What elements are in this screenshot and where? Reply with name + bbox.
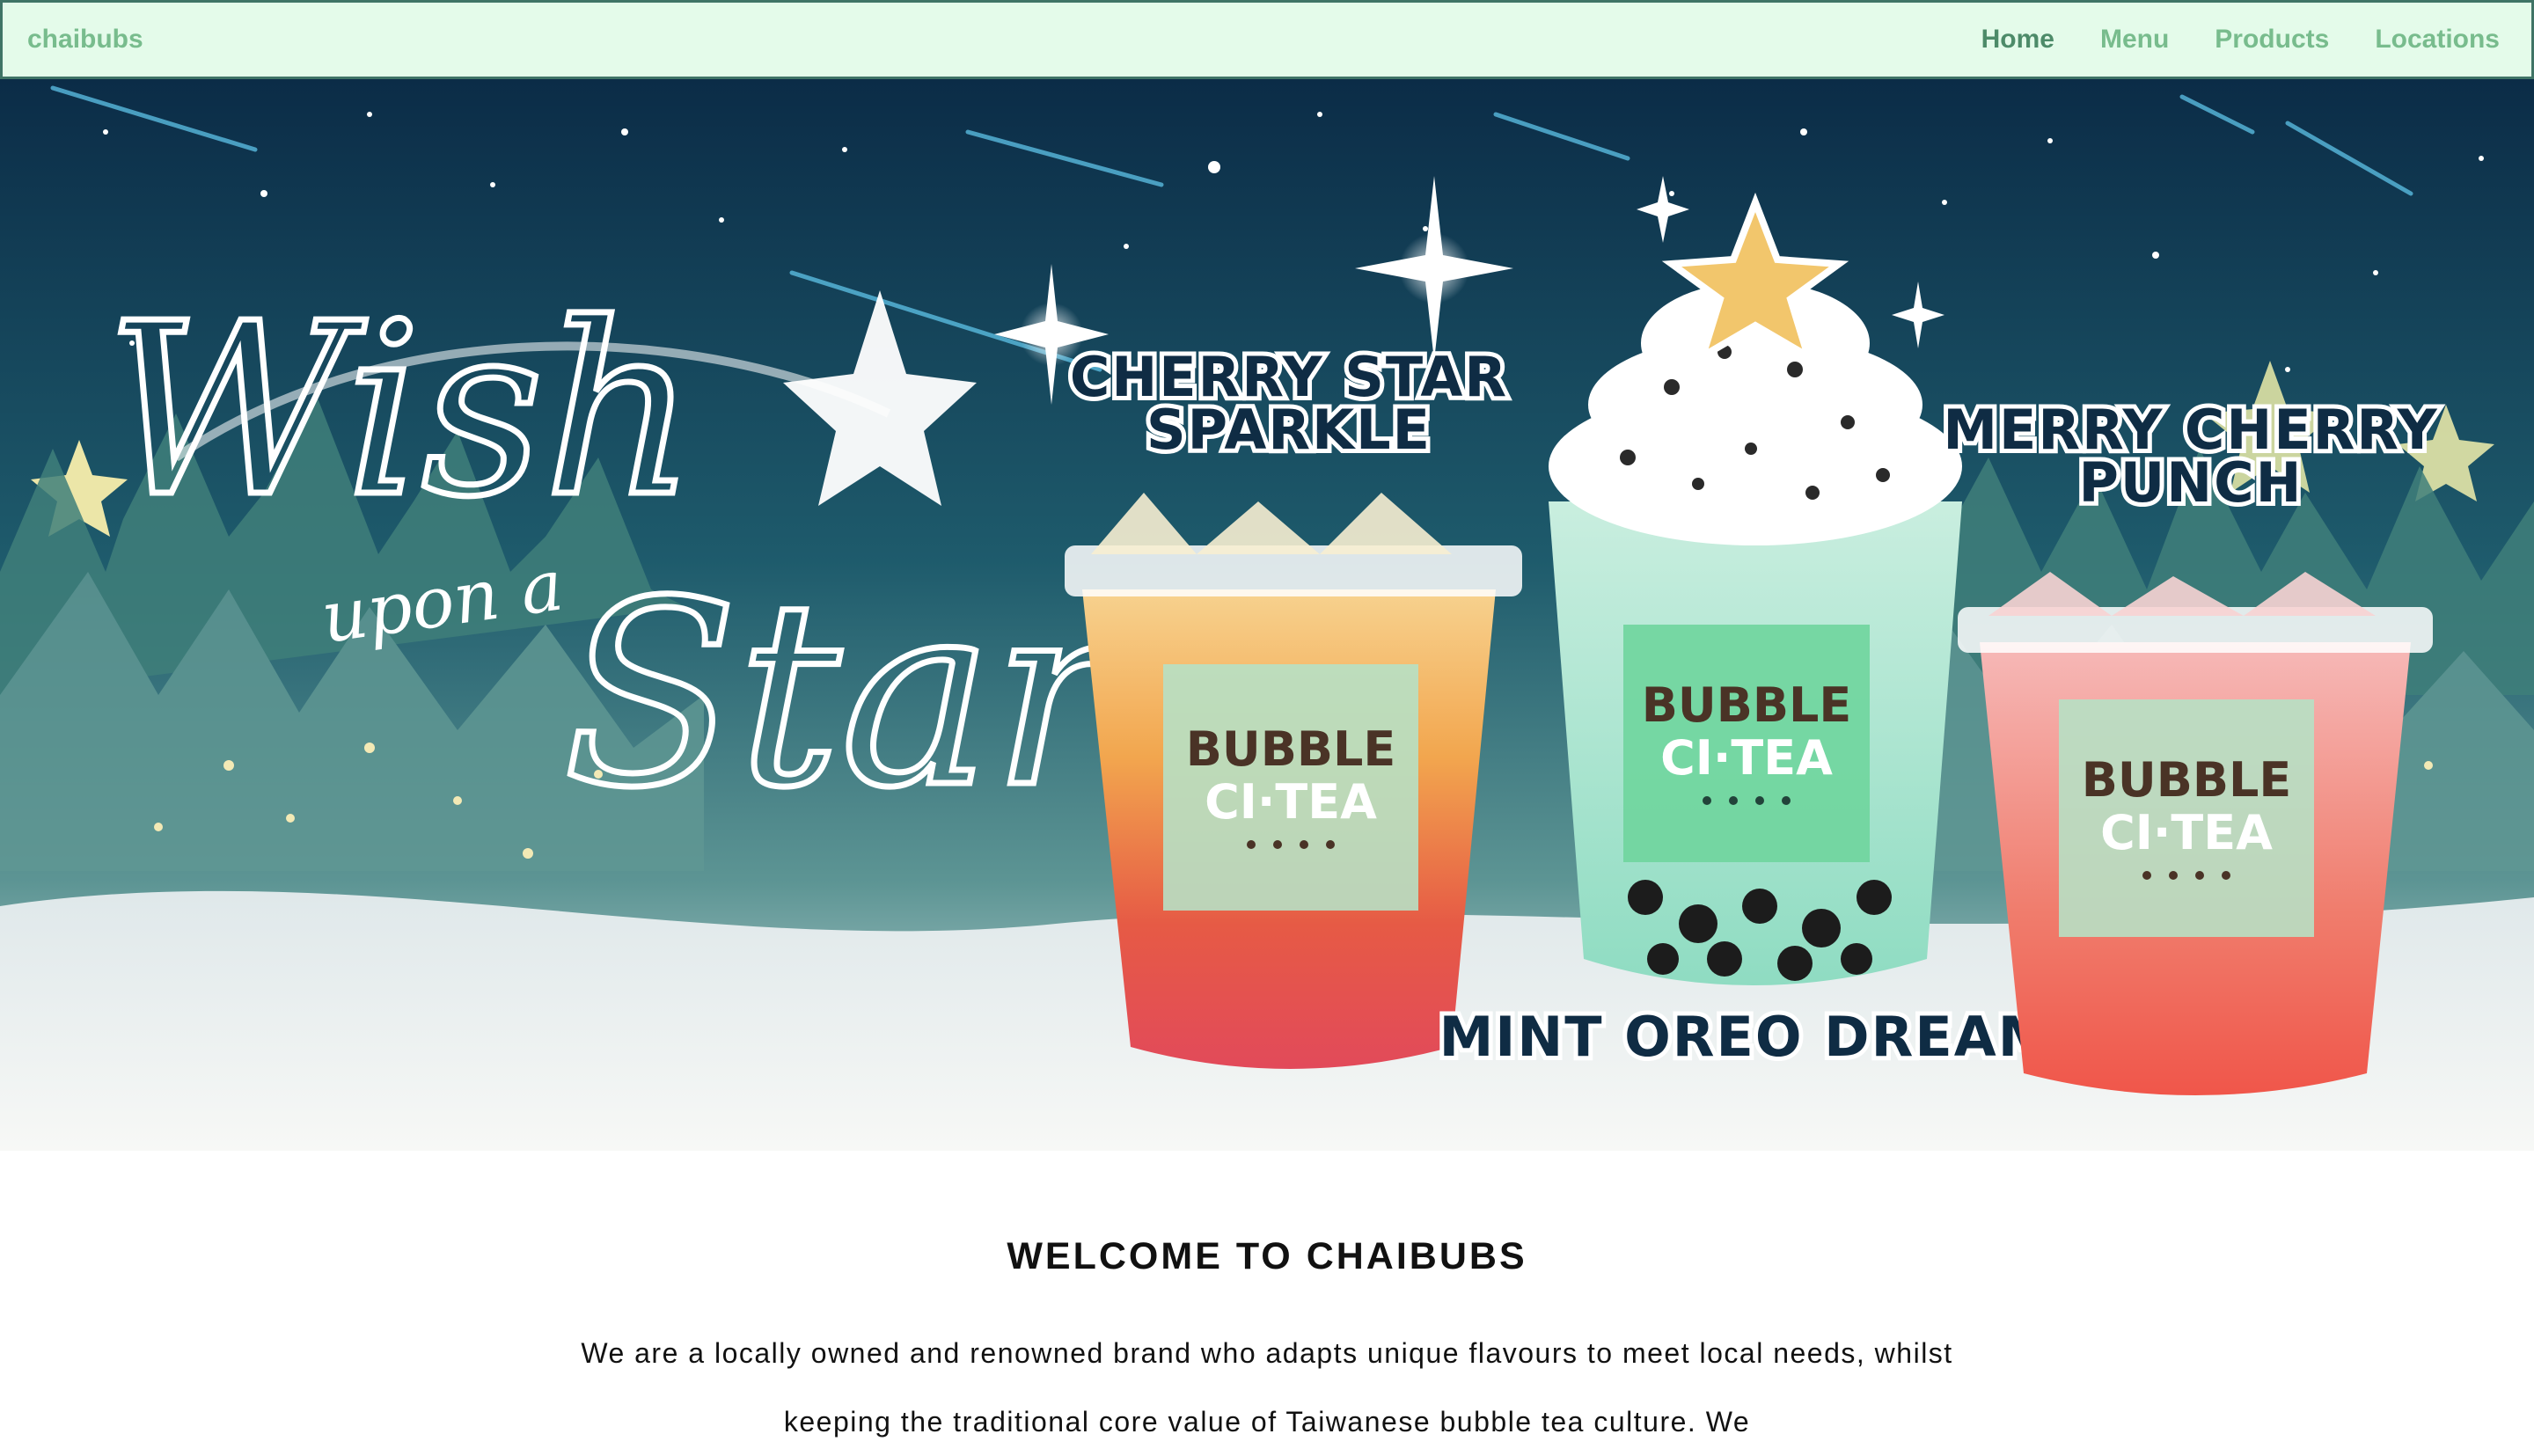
nav-menu[interactable]: Menu: [2100, 25, 2169, 55]
nav-products[interactable]: Products: [2215, 25, 2329, 55]
cup-brand-top: BUBBLE: [2082, 752, 2292, 808]
nav-links: Home Menu Products Locations: [1981, 25, 2500, 55]
drink-name-line2: PUNCH: [2078, 450, 2303, 515]
cup-brand-bottom: CI·TEA: [2100, 805, 2273, 860]
drink-name-line1: MINT OREO DREAM: [1439, 1005, 2054, 1069]
cup-brand-top: BUBBLE: [1642, 677, 1852, 733]
welcome-title: WELCOME TO CHAIBUBS: [1007, 1235, 1527, 1277]
brand-logo-link[interactable]: chaibubs: [27, 25, 143, 55]
welcome-section: WELCOME TO CHAIBUBS We are a locally own…: [0, 1151, 2534, 1456]
welcome-paragraph: We are a locally owned and renowned bran…: [581, 1337, 1953, 1438]
top-navbar: chaibubs Home Menu Products Locations: [0, 0, 2534, 79]
hero-illustration: Wish upon a Star BUBBLE CI·TEA CHERRY ST…: [0, 79, 2534, 1151]
nav-locations[interactable]: Locations: [2375, 25, 2500, 55]
script-star: Star: [563, 547, 1128, 844]
drink-name-line2: SPARKLE: [1146, 398, 1432, 462]
script-wish: Wish: [106, 272, 697, 549]
cup-brand-bottom: CI·TEA: [1205, 774, 1377, 830]
hero-banner: Wish upon a Star BUBBLE CI·TEA CHERRY ST…: [0, 79, 2534, 1151]
cup-brand-bottom: CI·TEA: [1660, 730, 1833, 786]
nav-home[interactable]: Home: [1981, 25, 2054, 55]
cup-brand-top: BUBBLE: [1186, 721, 1396, 777]
